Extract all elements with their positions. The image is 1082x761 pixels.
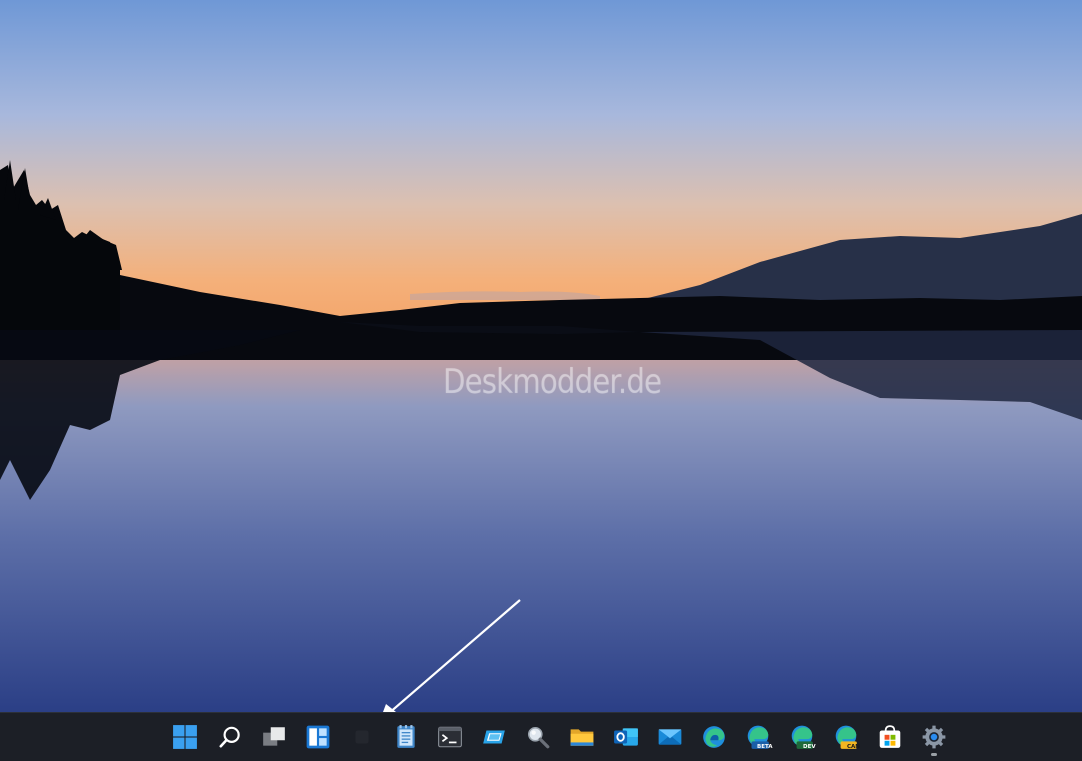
edge-canary-button[interactable]: CAN (826, 717, 866, 757)
terminal-button[interactable] (430, 717, 470, 757)
notepad-icon (397, 725, 415, 748)
taskbar: BETA DEV CAN (0, 712, 1082, 761)
start-button[interactable] (165, 717, 205, 757)
edge-icon (703, 726, 725, 748)
edge-beta-badge: BETA (757, 744, 773, 750)
empty-slot-icon (355, 730, 369, 744)
microsoft-store-button[interactable] (870, 717, 910, 757)
search-icon (219, 726, 240, 748)
start-icon (173, 725, 197, 749)
empty-taskbar-slot[interactable] (342, 717, 382, 757)
magnifier-icon (527, 726, 550, 749)
microsoft-store-icon (879, 725, 901, 748)
deskmodder-watermark: Deskmodder.de (443, 362, 662, 402)
task-view-icon (263, 727, 285, 746)
remote-desktop-icon (483, 730, 505, 744)
remote-desktop-button[interactable] (474, 717, 514, 757)
settings-icon (922, 725, 946, 749)
outlook-icon (614, 728, 638, 746)
edge-dev-button[interactable]: DEV (782, 717, 822, 757)
search-button[interactable] (210, 717, 250, 757)
file-explorer-button[interactable] (562, 717, 602, 757)
mail-button[interactable] (650, 717, 690, 757)
task-view-button[interactable] (254, 717, 294, 757)
notepad-button[interactable] (386, 717, 426, 757)
mail-icon (658, 729, 682, 745)
outlook-button[interactable] (606, 717, 646, 757)
terminal-icon (438, 726, 462, 748)
settings-button[interactable] (914, 717, 954, 757)
desktop-wallpaper (0, 0, 1082, 712)
edge-dev-badge: DEV (803, 744, 816, 750)
edge-button[interactable] (694, 717, 734, 757)
running-indicator (931, 753, 937, 756)
magnifier-button[interactable] (518, 717, 558, 757)
file-explorer-icon (570, 729, 594, 746)
edge-beta-button[interactable]: BETA (738, 717, 778, 757)
widgets-icon (306, 725, 330, 749)
widgets-button[interactable] (298, 717, 338, 757)
edge-canary-badge: CAN (847, 744, 860, 750)
